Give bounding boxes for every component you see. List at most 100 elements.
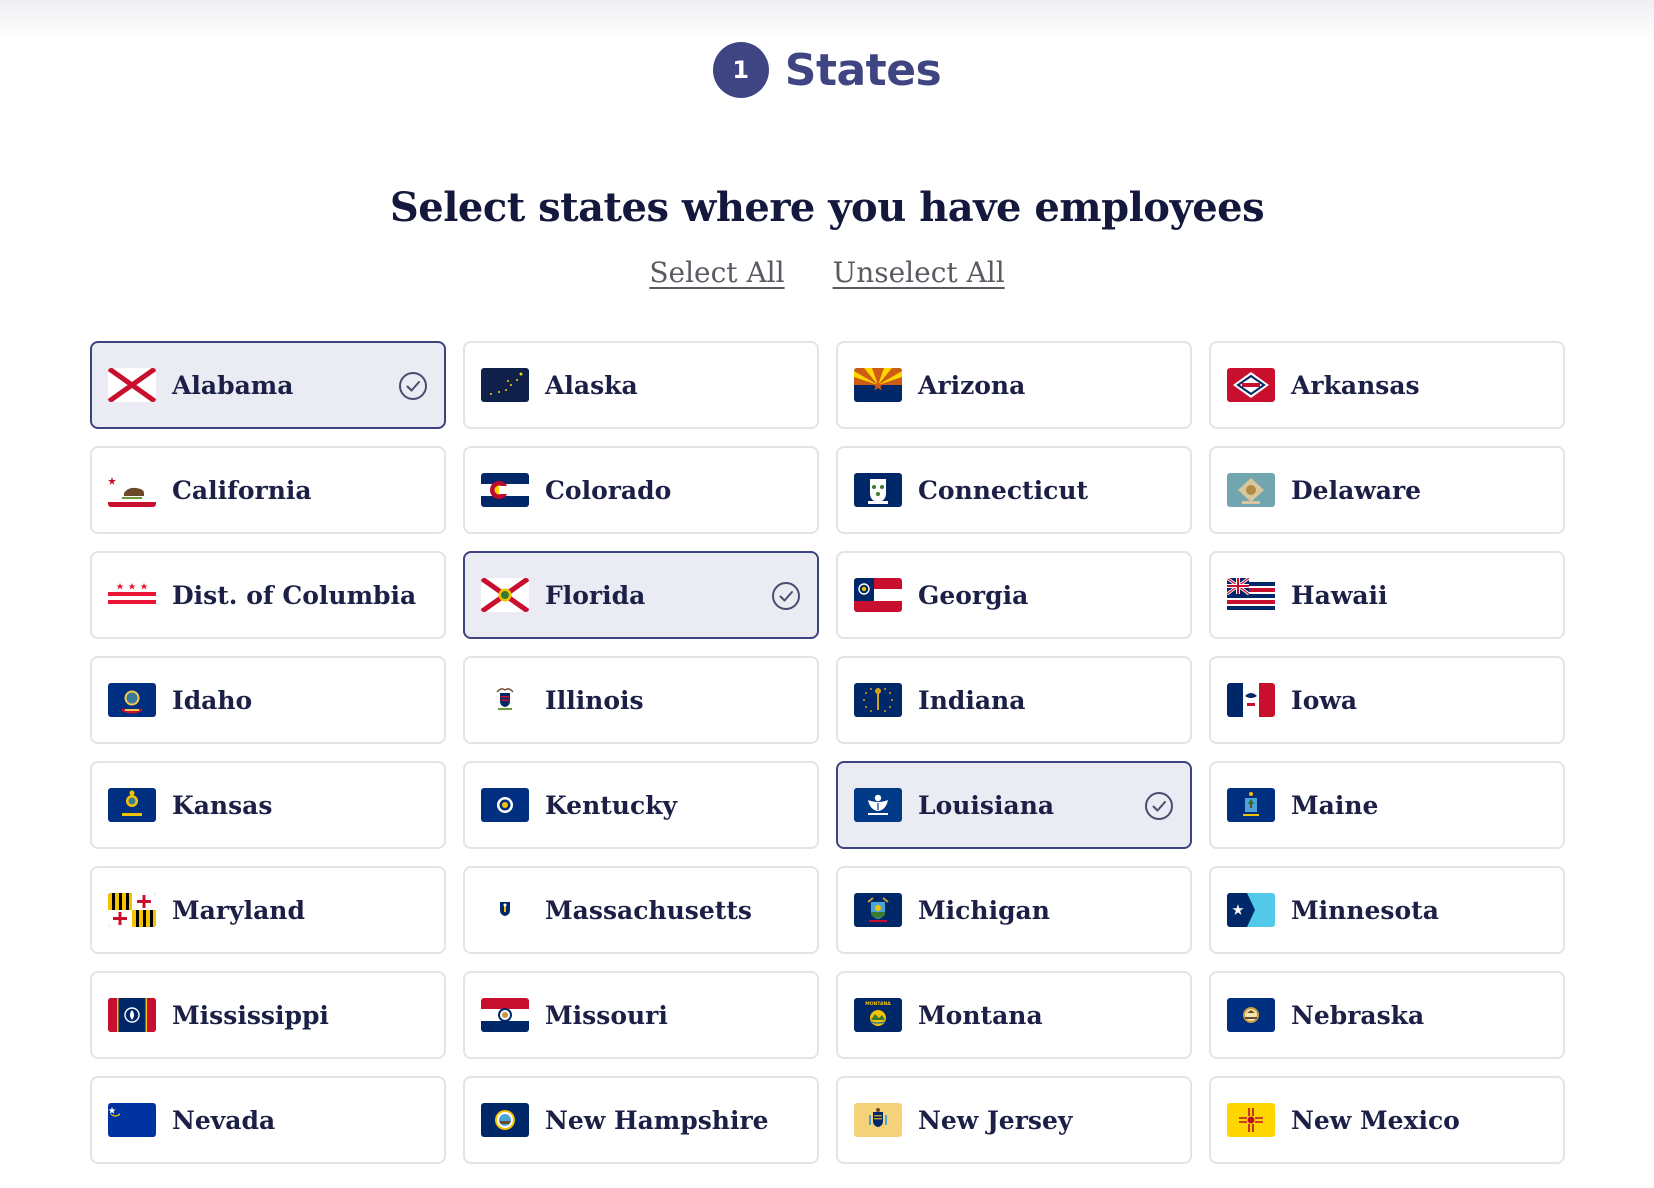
california-flag-icon [108,473,156,507]
nevada-flag-icon [108,1103,156,1137]
iowa-flag-icon [1227,683,1275,717]
maryland-flag-icon [108,893,156,927]
state-card-connecticut[interactable]: Connecticut [836,446,1192,534]
alabama-flag-icon [108,368,156,402]
state-label: Illinois [545,685,644,715]
idaho-flag-icon [108,683,156,717]
svg-text:MONTANA: MONTANA [865,1001,891,1007]
hawaii-flag-icon [1227,578,1275,612]
michigan-flag-icon [854,893,902,927]
bulk-actions: Select All Unselect All [0,256,1654,289]
state-card-colorado[interactable]: Colorado [463,446,819,534]
florida-flag-icon [481,578,529,612]
kentucky-flag-icon [481,788,529,822]
state-label: Montana [918,1000,1043,1030]
state-label: Michigan [918,895,1050,925]
state-card-illinois[interactable]: Illinois [463,656,819,744]
alaska-flag-icon [481,368,529,402]
state-label: Nebraska [1291,1000,1425,1030]
state-card-arizona[interactable]: Arizona [836,341,1192,429]
missouri-flag-icon [481,998,529,1032]
state-card-california[interactable]: California [90,446,446,534]
state-card-arkansas[interactable]: Arkansas [1209,341,1565,429]
maine-flag-icon [1227,788,1275,822]
state-card-iowa[interactable]: Iowa [1209,656,1565,744]
state-card-dist-of-columbia[interactable]: Dist. of Columbia [90,551,446,639]
check-circle-icon [772,582,800,610]
nebraska-flag-icon [1227,998,1275,1032]
kansas-flag-icon [108,788,156,822]
state-label: Delaware [1291,475,1422,505]
state-card-minnesota[interactable]: Minnesota [1209,866,1565,954]
state-label: Massachusetts [545,895,752,925]
state-label: New Jersey [918,1105,1073,1135]
state-card-massachusetts[interactable]: Massachusetts [463,866,819,954]
state-label: Kentucky [545,790,678,820]
state-card-new-jersey[interactable]: New Jersey [836,1076,1192,1164]
state-card-maryland[interactable]: Maryland [90,866,446,954]
connecticut-flag-icon [854,473,902,507]
state-label: Alabama [172,370,294,400]
new-hampshire-flag-icon [481,1103,529,1137]
state-card-indiana[interactable]: Indiana [836,656,1192,744]
new-mexico-flag-icon [1227,1103,1275,1137]
top-shade [0,0,1654,40]
state-card-delaware[interactable]: Delaware [1209,446,1565,534]
state-label: Iowa [1291,685,1358,715]
state-label: Maine [1291,790,1379,820]
state-label: Indiana [918,685,1026,715]
state-label: Colorado [545,475,672,505]
state-card-kentucky[interactable]: Kentucky [463,761,819,849]
state-label: Hawaii [1291,580,1388,610]
mississippi-flag-icon [108,998,156,1032]
state-card-louisiana[interactable]: Louisiana [836,761,1192,849]
unselect-all-link[interactable]: Unselect All [833,256,1005,289]
state-card-new-mexico[interactable]: New Mexico [1209,1076,1565,1164]
state-card-kansas[interactable]: Kansas [90,761,446,849]
state-card-nevada[interactable]: Nevada [90,1076,446,1164]
step-header: 1 States [0,42,1654,98]
state-label: Florida [545,580,646,610]
state-card-alaska[interactable]: Alaska [463,341,819,429]
state-grid: Alabama Alaska Arizona Arkansas California Co… [90,341,1565,1164]
state-label: Alaska [545,370,638,400]
state-card-mississippi[interactable]: Mississippi [90,971,446,1059]
state-label: Connecticut [918,475,1089,505]
state-label: Minnesota [1291,895,1439,925]
state-card-missouri[interactable]: Missouri [463,971,819,1059]
state-label: Nevada [172,1105,276,1135]
georgia-flag-icon [854,578,902,612]
arkansas-flag-icon [1227,368,1275,402]
dc-flag-icon [108,578,156,612]
state-card-maine[interactable]: Maine [1209,761,1565,849]
arizona-flag-icon [854,368,902,402]
state-label: Idaho [172,685,253,715]
state-card-michigan[interactable]: Michigan [836,866,1192,954]
massachusetts-flag-icon [481,893,529,927]
delaware-flag-icon [1227,473,1275,507]
step-number-badge: 1 [712,42,769,98]
minnesota-flag-icon [1227,893,1275,927]
state-label: Arkansas [1291,370,1420,400]
state-card-montana[interactable]: MONTANA Montana [836,971,1192,1059]
check-circle-icon [1145,792,1173,820]
state-card-nebraska[interactable]: Nebraska [1209,971,1565,1059]
state-label: Dist. of Columbia [172,580,417,610]
montana-flag-icon: MONTANA [854,998,902,1032]
state-label: California [172,475,312,505]
state-card-idaho[interactable]: Idaho [90,656,446,744]
state-card-alabama[interactable]: Alabama [90,341,446,429]
state-label: New Hampshire [545,1105,769,1135]
state-card-new-hampshire[interactable]: New Hampshire [463,1076,819,1164]
colorado-flag-icon [481,473,529,507]
illinois-flag-icon [481,683,529,717]
select-all-link[interactable]: Select All [649,256,784,289]
state-label: Kansas [172,790,273,820]
page-question: Select states where you have employees [389,184,1265,231]
state-label: Georgia [918,580,1029,610]
state-label: New Mexico [1291,1105,1460,1135]
state-card-hawaii[interactable]: Hawaii [1209,551,1565,639]
check-circle-icon [399,372,427,400]
state-card-florida[interactable]: Florida [463,551,819,639]
state-card-georgia[interactable]: Georgia [836,551,1192,639]
